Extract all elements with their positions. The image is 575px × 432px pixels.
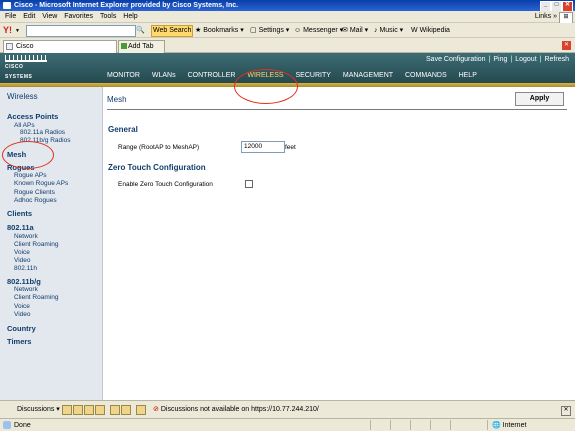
sidebar-item-a-client-roaming[interactable]: Client Roaming [14,241,58,248]
discussions-message: ⊘ Discussions not available on https://1… [153,406,319,413]
sidebar-item-all-aps[interactable]: All APs [14,122,35,129]
music-button[interactable]: ♪ Music ▾ [374,23,403,38]
discussions-bar: Discussions ▾ ⊘ Discussions not availabl… [0,400,575,418]
save-configuration-link[interactable]: Save Configuration [426,56,486,63]
tab-cisco[interactable]: Cisco [3,40,117,54]
discussion-icon-6[interactable] [121,405,131,415]
sidebar-item-bg-network[interactable]: Network [14,286,38,293]
bookmarks-button[interactable]: ★ Bookmarks ▾ [195,23,244,38]
range-label: Range (RootAP to MeshAP) [118,144,200,151]
ie-logo-icon [3,2,11,9]
add-tab-icon [121,43,127,49]
page-title: Mesh [107,95,127,104]
menu-favorites[interactable]: Favorites [64,11,93,23]
sidebar-item-bg-voice[interactable]: Voice [14,303,30,310]
discussion-icon-2[interactable] [73,405,83,415]
tab-bar: Cisco Add Tab ✕ [0,38,575,54]
sidebar-item-bg-client-roaming[interactable]: Client Roaming [14,294,58,301]
ie-page-icon [3,421,11,429]
links-menu[interactable]: Links » [535,11,557,23]
sidebar-item-rogue-clients[interactable]: Rogue Clients [14,189,55,196]
apply-button[interactable]: Apply [515,92,564,106]
ztc-heading: Zero Touch Configuration [108,163,206,172]
wikipedia-button[interactable]: W Wikipedia [411,23,450,38]
close-tab-icon[interactable]: ✕ [562,41,571,50]
discussion-icon-3[interactable] [84,405,94,415]
menu-view[interactable]: View [42,11,57,23]
general-heading: General [108,125,138,134]
no-entry-icon: ⊘ [153,406,159,413]
nav-management[interactable]: MANAGEMENT [343,72,393,79]
messenger-button[interactable]: ☺ Messenger ▾ [294,23,343,38]
menu-help[interactable]: Help [123,11,137,23]
discussion-icon-5[interactable] [110,405,120,415]
menu-edit[interactable]: Edit [23,11,35,23]
nav-security[interactable]: SECURITY [296,72,331,79]
status-bar: Done 🌐 Internet [0,418,575,431]
search-icon[interactable]: 🔍 [136,23,145,38]
menu-file[interactable]: File [5,11,16,23]
add-tab-button[interactable]: Add Tab [118,40,165,54]
menu-tools[interactable]: Tools [100,11,116,23]
discussion-icon-7[interactable] [136,405,146,415]
ztc-label: Enable Zero Touch Configuration [118,181,213,188]
yahoo-icon[interactable]: Y! [3,25,12,35]
status-text: Done [14,422,31,429]
mesh-highlight-ring [2,141,54,169]
mail-button[interactable]: ✉ Mail ▾ [342,23,368,38]
yahoo-toolbar: Y! ▼ 🔍 Web Search ★ Bookmarks ▾ ▢ Settin… [0,23,575,38]
nav-help[interactable]: HELP [459,72,477,79]
zone-indicator: 🌐 Internet [492,422,527,429]
main-nav: MONITOR WLANs CONTROLLER WIRELESS SECURI… [107,72,487,79]
window-title: Cisco - Microsoft Internet Explorer prov… [14,2,239,9]
sidebar-item-a-video[interactable]: Video [14,257,31,264]
main-content: Mesh Apply General Range (RootAP to Mesh… [104,87,575,400]
close-discussions-icon[interactable]: ✕ [561,406,571,416]
sidebar-clients[interactable]: Clients [7,209,32,218]
logout-link[interactable]: Logout [515,56,536,63]
window-title-bar: Cisco - Microsoft Internet Explorer prov… [0,0,575,12]
settings-button[interactable]: ▢ Settings ▾ [250,23,289,38]
sidebar-item-bg-video[interactable]: Video [14,311,31,318]
refresh-link[interactable]: Refresh [544,56,569,63]
wireless-highlight-ring [234,69,298,104]
sidebar-country[interactable]: Country [7,324,36,333]
sidebar-802-11a[interactable]: 802.11a [7,223,34,232]
discussions-menu[interactable]: Discussions ▾ [17,401,60,419]
discussion-icon-4[interactable] [95,405,105,415]
sidebar-item-802-11h[interactable]: 802.11h [14,265,37,272]
nav-controller[interactable]: CONTROLLER [188,72,236,79]
search-input[interactable] [26,25,136,37]
cisco-logo: CISCO SYSTEMS [5,55,47,80]
sidebar-802-11bg[interactable]: 802.11b/g [7,277,41,286]
range-unit: feet [285,144,296,151]
nav-wlans[interactable]: WLANs [152,72,176,79]
sidebar-timers[interactable]: Timers [7,337,31,346]
range-input[interactable]: 12000 [241,141,285,153]
nav-commands[interactable]: COMMANDS [405,72,447,79]
sidebar: Wireless Access Points All APs 802.11a R… [0,87,103,400]
title-divider [107,109,567,110]
sidebar-item-rogue-aps[interactable]: Rogue APs [14,172,47,179]
sidebar-item-a-network[interactable]: Network [14,233,38,240]
sidebar-item-802-11a-radios[interactable]: 802.11a Radios [20,129,65,136]
sidebar-title: Wireless [7,92,38,101]
ping-link[interactable]: Ping [493,56,507,63]
discussion-icon-1[interactable] [62,405,72,415]
dropdown-arrow-icon[interactable]: ▼ [15,28,20,34]
sidebar-item-adhoc-rogues[interactable]: Adhoc Rogues [14,197,57,204]
sidebar-access-points[interactable]: Access Points [7,112,58,121]
menu-bar: File Edit View Favorites Tools Help Link… [0,11,575,24]
sidebar-item-a-voice[interactable]: Voice [14,249,30,256]
nav-monitor[interactable]: MONITOR [107,72,140,79]
ztc-checkbox[interactable] [245,180,253,188]
page-icon [6,43,13,50]
top-links: Save Configuration | Ping | Logout | Refresh [426,56,569,63]
sidebar-item-known-rogue-aps[interactable]: Known Rogue APs [14,180,68,187]
web-search-button[interactable]: Web Search [151,25,194,37]
